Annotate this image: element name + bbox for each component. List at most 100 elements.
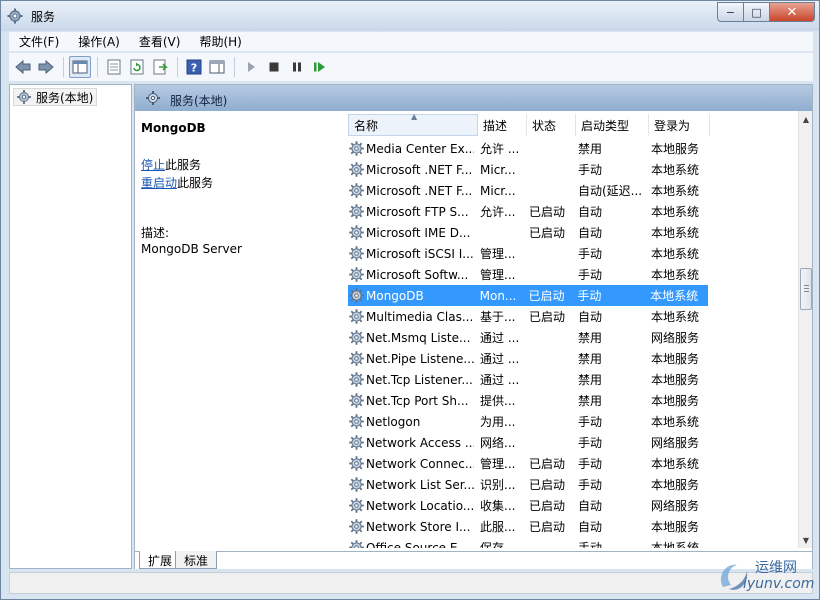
- show-console-tree-button[interactable]: [69, 56, 91, 78]
- watermark-text-cn: 运维网: [755, 560, 797, 576]
- table-row[interactable]: Net.Tcp Listener... 通过 ... 禁用 本地服务: [348, 369, 798, 390]
- start-service-icon: [248, 62, 255, 72]
- pause-service-icon: [293, 62, 301, 72]
- service-gear-icon: [348, 161, 365, 178]
- table-row[interactable]: Microsoft iSCSI I... 管理... 手动 本地系统: [348, 243, 798, 264]
- table-row[interactable]: Microsoft IME D... 已启动 自动 本地系统: [348, 222, 798, 243]
- stop-service-button[interactable]: [263, 56, 285, 78]
- table-row[interactable]: Network Locatio... 收集... 已启动 自动 网络服务: [348, 495, 798, 516]
- cell-startup-type: 禁用: [578, 352, 603, 366]
- window-title: 服务: [31, 10, 56, 24]
- cell-startup-type: 自动: [578, 205, 603, 219]
- forward-button[interactable]: [35, 56, 57, 78]
- service-name: Microsoft FTP S...: [366, 204, 469, 219]
- table-row[interactable]: Net.Tcp Port Sh... 提供... 禁用 本地服务: [348, 390, 798, 411]
- service-gear-icon: [348, 203, 365, 220]
- cell-name: Network Store I...: [348, 518, 478, 535]
- stop-service-link[interactable]: 停止: [141, 158, 165, 172]
- service-gear-icon: [348, 182, 365, 199]
- menu-view[interactable]: 查看(V): [129, 33, 190, 50]
- cell-startup-type: 自动: [578, 310, 603, 324]
- column-header-startup-type[interactable]: 启动类型: [576, 114, 649, 136]
- action-pane-button[interactable]: [206, 56, 228, 78]
- help-button[interactable]: ?: [183, 56, 205, 78]
- cell-logon-as: 本地服务: [651, 142, 700, 156]
- cell-status: 已启动: [529, 478, 566, 492]
- table-row[interactable]: MongoDB Mon... 已启动 手动 本地系统: [348, 285, 708, 306]
- cell-name: Net.Tcp Port Sh...: [348, 392, 478, 409]
- table-row[interactable]: Net.Pipe Listene... 通过 ... 禁用 本地服务: [348, 348, 798, 369]
- cell-startup-type: 手动: [578, 457, 603, 471]
- table-row[interactable]: Network List Ser... 识别... 已启动 手动 本地服务: [348, 474, 798, 495]
- minimize-button[interactable]: −: [717, 2, 744, 22]
- maximize-button[interactable]: □: [744, 2, 770, 22]
- service-gear-icon: [348, 518, 365, 535]
- vertical-scrollbar[interactable]: ▲ ▼: [798, 111, 812, 548]
- cell-description: Micr...: [480, 162, 516, 177]
- table-row[interactable]: Netlogon 为用... 手动 本地系统: [348, 411, 798, 432]
- service-gear-icon: [348, 455, 365, 472]
- column-header-description[interactable]: 描述: [478, 114, 527, 136]
- description-text: MongoDB Server: [141, 242, 242, 256]
- cell-description: Micr...: [480, 183, 516, 198]
- service-name: Network Locatio...: [366, 498, 474, 513]
- restart-service-link[interactable]: 重启动: [141, 176, 177, 190]
- export-list-button[interactable]: [149, 56, 171, 78]
- table-row[interactable]: Microsoft Softw... 管理... 手动 本地系统: [348, 264, 798, 285]
- properties-button[interactable]: [103, 56, 125, 78]
- table-row[interactable]: Office Source E... 保存... 手动 本地系统: [348, 537, 798, 548]
- service-gear-icon: [348, 434, 365, 451]
- column-header-logon-as[interactable]: 登录为: [649, 114, 710, 136]
- column-header-label: 名称: [354, 118, 379, 133]
- column-header-status[interactable]: 状态: [527, 114, 576, 136]
- table-row[interactable]: Microsoft FTP S... 允许... 已启动 自动 本地系统: [348, 201, 798, 222]
- cell-description: 基于...: [480, 310, 516, 324]
- pause-service-button[interactable]: [286, 56, 308, 78]
- table-row[interactable]: Network Store I... 此服... 已启动 自动 本地服务: [348, 516, 798, 537]
- table-row[interactable]: Microsoft .NET F... Micr... 自动(延迟... 本地系统: [348, 180, 798, 201]
- restart-service-icon: [314, 62, 325, 72]
- site-watermark: 运维网 iyunv.com: [715, 557, 815, 597]
- service-name: Network Access ...: [366, 435, 474, 450]
- cell-logon-as: 本地系统: [651, 457, 700, 471]
- menu-help[interactable]: 帮助(H): [189, 33, 250, 50]
- tree-item-services-local[interactable]: 服务(本地): [13, 88, 98, 106]
- table-row[interactable]: Media Center Ex... 允许 ... 禁用 本地服务: [348, 138, 798, 159]
- cell-startup-type: 手动: [578, 478, 603, 492]
- cell-status: 已启动: [529, 499, 566, 513]
- tab-standard[interactable]: 标准: [175, 551, 218, 569]
- table-row[interactable]: Network Connec... 管理... 已启动 手动 本地系统: [348, 453, 798, 474]
- start-service-button[interactable]: [240, 56, 262, 78]
- close-button[interactable]: ✕: [770, 2, 815, 22]
- title-bar[interactable]: 服务 − □ ✕: [1, 1, 819, 31]
- table-row[interactable]: Net.Msmq Liste... 通过 ... 禁用 网络服务: [348, 327, 798, 348]
- scroll-down-arrow-icon[interactable]: ▼: [799, 532, 812, 548]
- toolbar-separator: [234, 57, 235, 77]
- back-button[interactable]: [12, 56, 34, 78]
- cell-startup-type: 自动: [578, 520, 603, 534]
- table-row[interactable]: Network Access ... 网络... 手动 网络服务: [348, 432, 798, 453]
- cell-description: 管理...: [480, 268, 516, 282]
- cell-startup-type: 禁用: [578, 331, 603, 345]
- menu-action[interactable]: 操作(A): [68, 33, 129, 50]
- scrollbar-thumb[interactable]: [800, 268, 812, 310]
- cell-startup-type: 禁用: [578, 373, 603, 387]
- service-name: Multimedia Clas...: [366, 309, 474, 324]
- cell-startup-type: 禁用: [578, 142, 603, 156]
- menu-file[interactable]: 文件(F): [9, 33, 68, 50]
- table-row[interactable]: Multimedia Clas... 基于... 已启动 自动 本地系统: [348, 306, 798, 327]
- cell-name: Network Connec...: [348, 455, 478, 472]
- restart-service-button[interactable]: [309, 56, 331, 78]
- refresh-button[interactable]: [126, 56, 148, 78]
- scroll-up-arrow-icon[interactable]: ▲: [799, 111, 812, 127]
- service-gear-icon: [348, 245, 365, 262]
- stop-service-icon: [269, 62, 279, 72]
- sort-ascending-icon: ▲: [411, 112, 418, 121]
- cell-description: 通过 ...: [480, 331, 520, 345]
- service-name: Net.Pipe Listene...: [366, 351, 474, 366]
- console-tree-icon: [72, 60, 88, 74]
- column-header-name[interactable]: ▲ 名称: [348, 112, 478, 136]
- action-pane-icon: [209, 60, 225, 74]
- table-row[interactable]: Microsoft .NET F... Micr... 手动 本地系统: [348, 159, 798, 180]
- cell-name: Office Source E...: [348, 539, 478, 548]
